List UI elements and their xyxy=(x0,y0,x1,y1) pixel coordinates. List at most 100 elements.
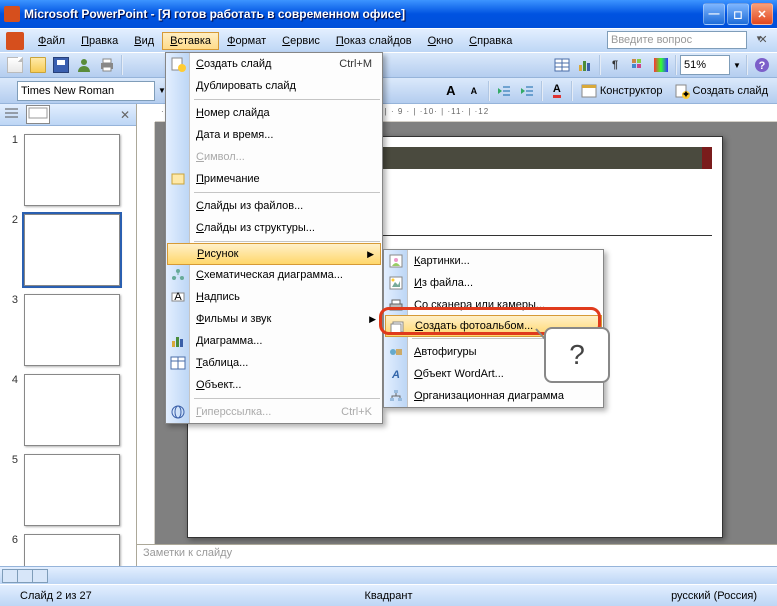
menu-вставка[interactable]: Вставка xyxy=(162,32,219,50)
font-selector[interactable] xyxy=(17,81,155,101)
formatting-toolbar: ▼ ▼ A A A Конструктор ✦Создать слайд xyxy=(0,78,777,104)
menu-показ слайдов[interactable]: Показ слайдов xyxy=(328,32,420,50)
menu-item-из-файла-[interactable]: Из файла... xyxy=(384,272,603,294)
chart-icon xyxy=(169,332,187,350)
menu-справка[interactable]: Справка xyxy=(461,32,520,50)
increase-indent-button[interactable] xyxy=(516,80,538,102)
menu-item-рисунок[interactable]: Рисунок▶ xyxy=(167,243,381,265)
menu-файл[interactable]: Файл xyxy=(30,32,73,50)
slide-thumbnail-4[interactable] xyxy=(24,374,120,446)
new-slide-icon xyxy=(169,55,187,73)
table-icon xyxy=(169,354,187,372)
increase-font-button[interactable]: A xyxy=(440,80,462,102)
status-bar: Слайд 2 из 27 Квадрант русский (Россия) xyxy=(0,584,777,606)
title-bar: Microsoft PowerPoint - [Я готов работать… xyxy=(0,0,777,28)
help-search-input[interactable] xyxy=(607,31,747,49)
menu-item-номер-слайда[interactable]: Номер слайда xyxy=(166,102,382,124)
close-panel-button[interactable]: ✕ xyxy=(120,108,130,122)
thumb-number: 4 xyxy=(6,374,18,386)
menu-item-дата-и-время-[interactable]: Дата и время... xyxy=(166,124,382,146)
link-icon xyxy=(169,403,187,421)
chart-button[interactable] xyxy=(574,54,596,76)
close-doc-button[interactable]: ✕ xyxy=(755,33,771,48)
vertical-ruler xyxy=(137,122,155,544)
help-button[interactable]: ? xyxy=(751,54,773,76)
save-button[interactable] xyxy=(50,54,72,76)
window-title: Microsoft PowerPoint - [Я готов работать… xyxy=(24,7,701,21)
zoom-dropdown[interactable]: ▼ xyxy=(731,54,743,76)
show-hide-button[interactable]: ¶ xyxy=(604,54,626,76)
normal-view-button[interactable] xyxy=(2,569,18,583)
menu-item-таблица-[interactable]: Таблица... xyxy=(166,352,382,374)
slides-tab-icon[interactable] xyxy=(26,105,50,124)
status-language[interactable]: русский (Россия) xyxy=(577,590,777,602)
diagram-icon xyxy=(169,266,187,284)
menu-item-диаграмма-[interactable]: Диаграмма... xyxy=(166,330,382,352)
menu-item-организационная-диаграмма[interactable]: Организационная диаграмма xyxy=(384,385,603,407)
print-button[interactable] xyxy=(96,54,118,76)
minimize-button[interactable]: — xyxy=(703,3,725,25)
slide-thumbnail-2[interactable] xyxy=(24,214,120,286)
decrease-indent-button[interactable] xyxy=(493,80,515,102)
new-slide-toolbar-button[interactable]: ✦Создать слайд xyxy=(669,80,773,102)
design-button[interactable]: Конструктор xyxy=(576,80,668,102)
new-button[interactable] xyxy=(4,54,26,76)
callout-bubble: ? xyxy=(544,327,610,383)
thumb-number: 5 xyxy=(6,454,18,466)
svg-text:?: ? xyxy=(759,60,766,72)
clipart-icon xyxy=(387,252,405,270)
menu-сервис[interactable]: Сервис xyxy=(274,32,328,50)
svg-text:A: A xyxy=(174,291,182,303)
menu-item-создать-слайд[interactable]: Создать слайдCtrl+M xyxy=(166,53,382,75)
menu-item-надпись[interactable]: AНадпись xyxy=(166,286,382,308)
menu-item-картинки-[interactable]: Картинки... xyxy=(384,250,603,272)
grid-button[interactable] xyxy=(627,54,649,76)
sorter-view-button[interactable] xyxy=(17,569,33,583)
menu-item-дублировать-слайд[interactable]: Дублировать слайд xyxy=(166,75,382,97)
slide-thumbnail-5[interactable] xyxy=(24,454,120,526)
menu-item-схематическая-диаграмма-[interactable]: Схематическая диаграмма... xyxy=(166,264,382,286)
menu-правка[interactable]: Правка xyxy=(73,32,126,50)
slide-thumbnail-3[interactable] xyxy=(24,294,120,366)
thumb-number: 6 xyxy=(6,534,18,546)
thumb-number: 1 xyxy=(6,134,18,146)
thumbnail-list: 123456 xyxy=(0,126,136,566)
notes-pane[interactable]: Заметки к слайду xyxy=(137,544,777,566)
menu-item-объект-[interactable]: Объект... xyxy=(166,374,382,396)
thumb-number: 3 xyxy=(6,294,18,306)
thumbnail-tabs: ✕ xyxy=(0,104,136,126)
color-button[interactable] xyxy=(650,54,672,76)
document-icon[interactable] xyxy=(6,32,24,50)
zoom-input[interactable] xyxy=(680,55,730,75)
menu-item-примечание[interactable]: Примечание xyxy=(166,168,382,190)
menu-item-слайды-из-структуры-[interactable]: Слайды из структуры... xyxy=(166,217,382,239)
slide-thumbnail-6[interactable] xyxy=(24,534,120,566)
maximize-button[interactable]: ◻ xyxy=(727,3,749,25)
menu-item-фильмы-и-звук[interactable]: Фильмы и звук▶ xyxy=(166,308,382,330)
tables-button[interactable] xyxy=(551,54,573,76)
thumbnail-panel: ✕ 123456 xyxy=(0,104,137,566)
note-icon xyxy=(169,170,187,188)
standard-toolbar: ¶ ▼ ? xyxy=(0,52,777,78)
svg-text:✦: ✦ xyxy=(681,89,690,99)
close-button[interactable]: ✕ xyxy=(751,3,773,25)
menu-вид[interactable]: Вид xyxy=(126,32,162,50)
insert-menu: Создать слайдCtrl+MДублировать слайд Номе… xyxy=(165,52,383,424)
decrease-font-button[interactable]: A xyxy=(463,80,485,102)
slideshow-view-button[interactable] xyxy=(32,569,48,583)
open-button[interactable] xyxy=(27,54,49,76)
menu-формат[interactable]: Формат xyxy=(219,32,274,50)
scanner-icon xyxy=(387,296,405,314)
toolbar-handle[interactable] xyxy=(4,80,10,102)
menu-item-символ-: Символ... xyxy=(166,146,382,168)
slide-thumbnail-1[interactable] xyxy=(24,134,120,206)
permission-button[interactable] xyxy=(73,54,95,76)
font-color-button[interactable]: A xyxy=(546,80,568,102)
menu-окно[interactable]: Окно xyxy=(420,32,462,50)
menu-item-слайды-из-файлов-[interactable]: Слайды из файлов... xyxy=(166,195,382,217)
shapes-icon xyxy=(387,343,405,361)
svg-text:A: A xyxy=(391,369,400,381)
album-icon xyxy=(389,318,407,336)
outline-tab-icon[interactable] xyxy=(4,106,20,123)
menu-item-со-сканера-или-камеры-[interactable]: Со сканера или камеры... xyxy=(384,294,603,316)
